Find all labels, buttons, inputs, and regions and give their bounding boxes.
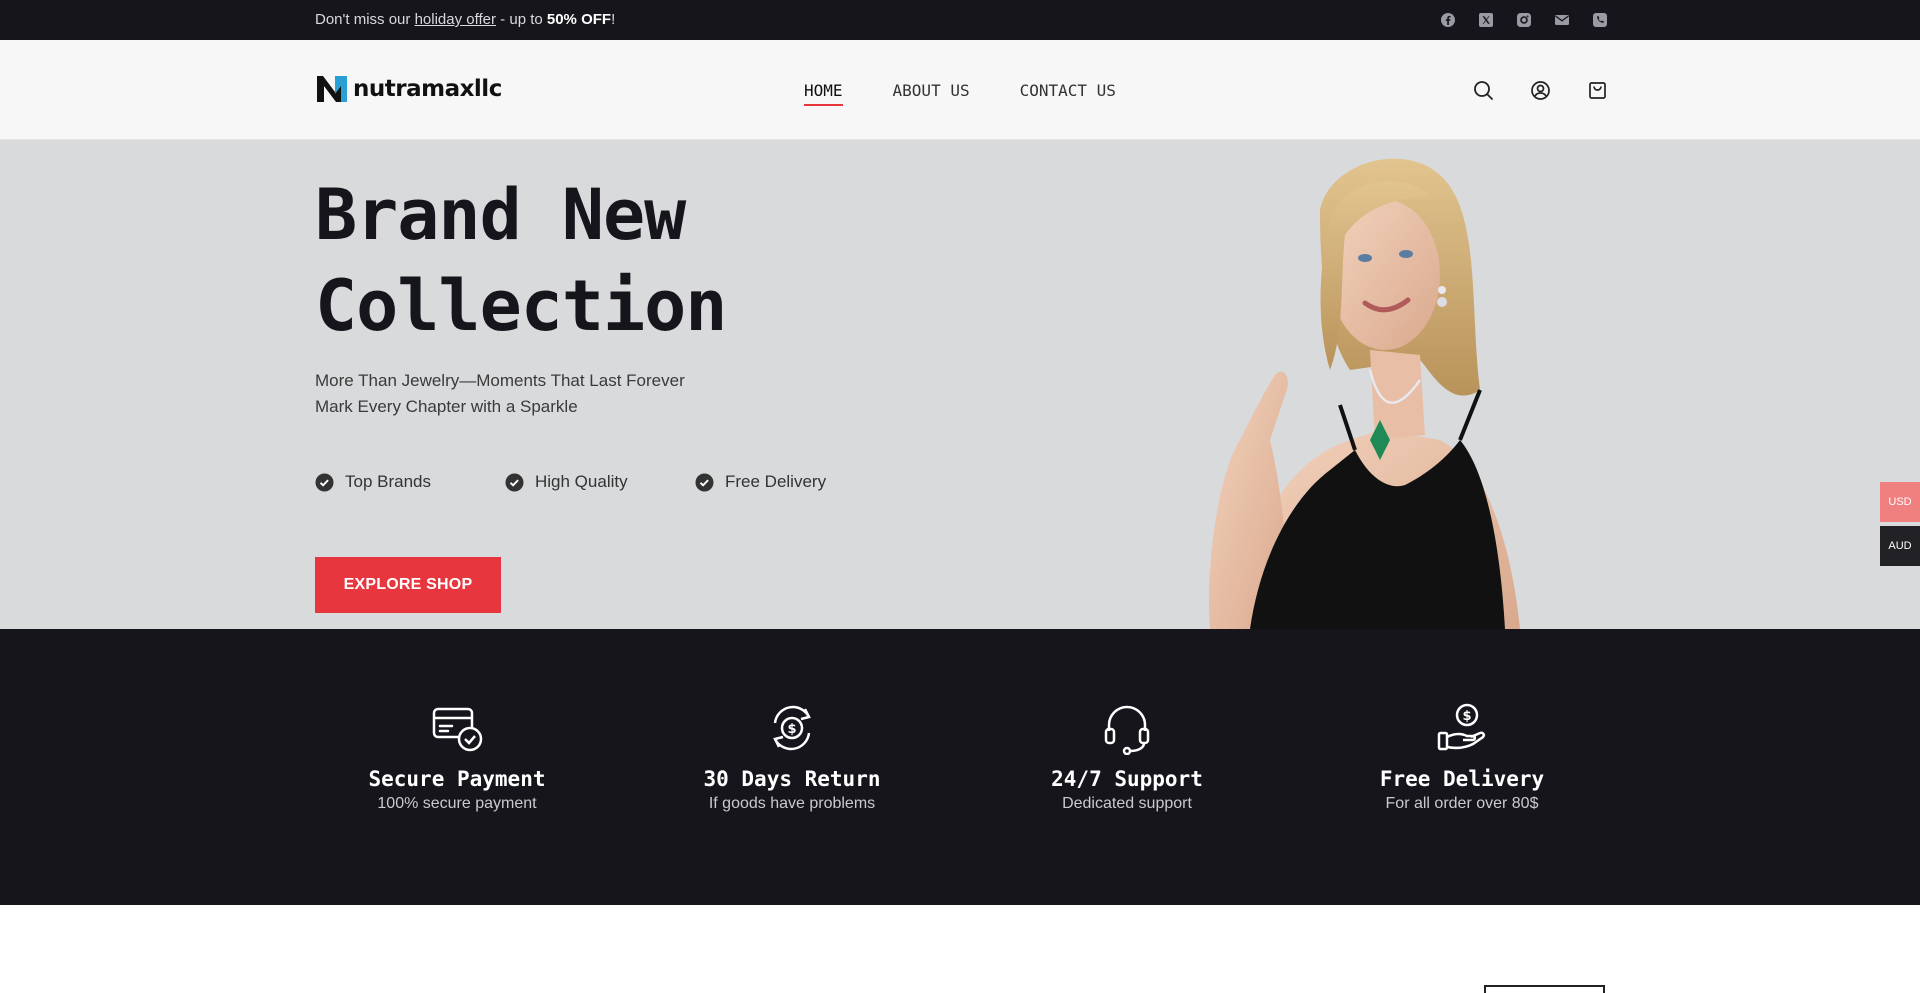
hero-subtitle: More Than Jewelry—Moments That Last Fore… [315, 368, 685, 420]
discount-text: 50% OFF [546, 11, 612, 28]
feature-label: Free Delivery [725, 472, 827, 491]
hero-subtitle-line2: Mark Every Chapter with a Sparkle [315, 397, 578, 416]
service-desc: For all order over 80$ [1385, 795, 1539, 812]
social-links [1440, 12, 1608, 28]
hero-model-image [1209, 158, 1520, 629]
hero-subtitle-line1: More Than Jewelry—Moments That Last Fore… [315, 371, 685, 390]
feature-label: High Quality [535, 472, 628, 491]
logo-text: nutramaxllc [353, 76, 502, 102]
hero-title-line1: Brand New [315, 174, 686, 256]
next-section [0, 905, 1920, 993]
search-icon[interactable] [1473, 80, 1494, 101]
service-30-days-return: $ 30 Days Return If goods have problems [642, 701, 942, 813]
feature-free-delivery: Free Delivery [695, 472, 826, 492]
site-header: nutramaxllc HOME ABOUT US CONTACT US [0, 40, 1920, 140]
feature-top-brands: Top Brands [315, 472, 505, 492]
hero-title: Brand New Collection [315, 170, 1075, 352]
main-nav: HOME ABOUT US CONTACT US [804, 81, 1116, 106]
headset-icon [1104, 705, 1150, 755]
dollar-refresh-icon: $ [773, 705, 811, 751]
announcement-prefix: Don't miss our [315, 11, 415, 28]
service-title: Free Delivery [1379, 767, 1545, 791]
holiday-offer-link[interactable]: holiday offer [415, 11, 496, 28]
hero-title-line2: Collection [315, 265, 727, 347]
credit-card-check-icon [432, 707, 483, 752]
check-circle-icon [695, 473, 714, 491]
brand-logo[interactable]: nutramaxllc [315, 74, 502, 104]
nav-contact-us[interactable]: CONTACT US [1020, 81, 1116, 106]
announcement-bar: Don't miss our holiday offer - up to 50%… [0, 0, 1920, 40]
service-title: Secure Payment [368, 767, 546, 791]
announcement-middle: - up to [496, 11, 547, 28]
header-actions [1473, 80, 1608, 101]
nav-home[interactable]: HOME [804, 81, 843, 106]
explore-shop-button[interactable]: EXPLORE SHOP [315, 557, 501, 613]
feature-high-quality: High Quality [505, 472, 695, 492]
cart-icon[interactable] [1587, 80, 1608, 101]
service-title: 24/7 Support [1051, 767, 1203, 791]
service-support: 24/7 Support Dedicated support [977, 701, 1277, 813]
check-circle-icon [315, 473, 334, 491]
announcement-suffix: ! [611, 11, 616, 28]
hero-section: Brand New Collection More Than Jewelry—Mo… [0, 140, 1920, 629]
services-strip: Secure Payment 100% secure payment $ 30 … [0, 629, 1920, 905]
announcement-text: Don't miss our holiday offer - up to 50%… [315, 11, 615, 28]
check-circle-icon [505, 473, 524, 491]
email-icon[interactable] [1554, 12, 1570, 28]
hero-features: Top Brands High Quality Free Delivery [315, 472, 826, 492]
x-twitter-icon[interactable] [1478, 12, 1494, 28]
service-title: 30 Days Return [703, 767, 881, 791]
currency-aud-tab[interactable]: AUD [1880, 526, 1920, 566]
service-secure-payment: Secure Payment 100% secure payment [307, 701, 607, 813]
instagram-icon[interactable] [1516, 12, 1532, 28]
logo-mark-icon [317, 76, 347, 102]
facebook-icon[interactable] [1440, 12, 1456, 28]
service-free-delivery: $ Free Delivery For all order over 80$ [1312, 701, 1612, 813]
outlined-button-partial[interactable] [1484, 985, 1605, 993]
service-desc: If goods have problems [708, 795, 876, 812]
currency-usd-tab[interactable]: USD [1880, 482, 1920, 522]
service-desc: 100% secure payment [377, 795, 537, 812]
nav-about-us[interactable]: ABOUT US [893, 81, 970, 106]
svg-text:$: $ [787, 722, 796, 737]
account-icon[interactable] [1530, 80, 1551, 101]
feature-label: Top Brands [345, 472, 431, 491]
hand-coin-icon: $ [1437, 703, 1486, 751]
service-desc: Dedicated support [1062, 795, 1192, 812]
svg-text:$: $ [1462, 709, 1471, 724]
phone-icon[interactable] [1592, 12, 1608, 28]
